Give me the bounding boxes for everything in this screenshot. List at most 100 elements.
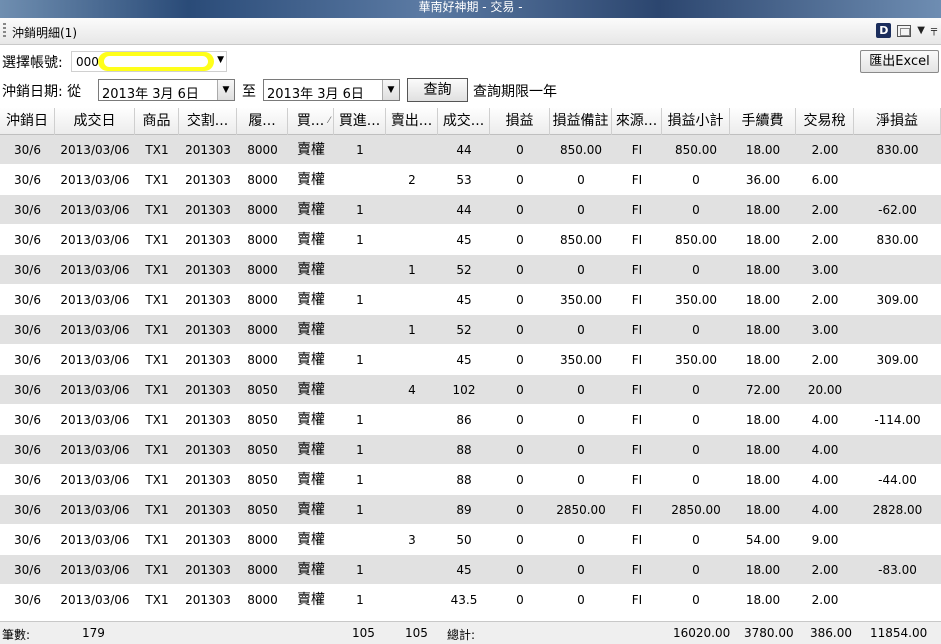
sort-icon[interactable]: ⁄: [328, 108, 330, 134]
cell-net-pnl: -44.00: [878, 473, 917, 487]
cell-type: 賣權: [297, 262, 325, 278]
cell-trade-date: 2013/03/06: [60, 413, 130, 427]
tab-offset-detail[interactable]: 沖銷明細(1): [12, 24, 77, 41]
table-row[interactable]: 30/6 2013/03/06 TX1 201303 8000 賣權 1 45 0 350.00 F…: [0, 285, 941, 315]
column-header-strike[interactable]: 履...: [237, 108, 288, 135]
cell-offset-date: 30/6: [14, 143, 41, 157]
table-row[interactable]: 30/6 2013/03/06 TX1 201303 8000 賣權 3 50 0 0 FI 0 54.…: [0, 525, 941, 555]
cell-product: TX1: [145, 143, 169, 157]
column-header-net-pnl[interactable]: 淨損益: [854, 108, 941, 135]
cell-pnl-note: 0: [577, 173, 585, 187]
column-header-trade-date[interactable]: 成交日: [55, 108, 135, 135]
column-header-sell-qty[interactable]: 賣出...: [386, 108, 438, 135]
d-logo-icon[interactable]: D: [876, 23, 892, 38]
cell-pnl: 0: [516, 173, 524, 187]
pin-icon[interactable]: ╤: [931, 25, 937, 36]
cell-settle-month: 201303: [185, 293, 231, 307]
cell-source: FI: [631, 173, 643, 187]
cell-source: FI: [631, 293, 643, 307]
query-button[interactable]: 查詢: [407, 78, 468, 102]
window-icon[interactable]: [897, 24, 912, 37]
cell-pnl-subtotal: 350.00: [675, 353, 717, 367]
cell-source: FI: [631, 443, 643, 457]
cell-fee: 18.00: [745, 203, 781, 217]
table-row[interactable]: 30/6 2013/03/06 TX1 201303 8000 賣權 1 44 0 0 FI 0 18.…: [0, 195, 941, 225]
cell-product: TX1: [145, 473, 169, 487]
subtotal-total: 16020.00: [673, 626, 731, 640]
cell-pnl: 0: [516, 563, 524, 577]
table-body: 30/6 2013/03/06 TX1 201303 8000 賣權 1 44 0 850.00 F…: [0, 135, 941, 615]
column-header-source[interactable]: 來源...: [612, 108, 662, 135]
cell-pnl-subtotal: 0: [692, 323, 700, 337]
cell-trade-date: 2013/03/06: [60, 323, 130, 337]
cell-settle-month: 201303: [185, 413, 231, 427]
table-row[interactable]: 30/6 2013/03/06 TX1 201303 8050 賣權 4 102 0 0 FI 0 72…: [0, 375, 941, 405]
cell-buy-qty: 1: [356, 503, 364, 517]
cell-price: 50: [456, 533, 472, 547]
offset-detail-table: 沖銷日 成交日 商品 交割... 履... 買... ⁄ 買進... 賣出... 成交... 損益損…: [0, 108, 941, 615]
chevron-down-icon[interactable]: ▼: [217, 80, 234, 100]
column-header-fee[interactable]: 手續費: [730, 108, 796, 135]
date-to-picker[interactable]: 2013年 3月 6日 ▼: [263, 79, 400, 102]
cell-fee: 18.00: [745, 473, 781, 487]
column-header-price[interactable]: 成交...: [438, 108, 490, 135]
cell-price: 52: [456, 323, 472, 337]
cell-pnl-note: 0: [577, 473, 585, 487]
table-row[interactable]: 30/6 2013/03/06 TX1 201303 8000 賣權 1 45 0 0 FI 0 18.…: [0, 555, 941, 585]
cell-tax: 2.00: [811, 563, 839, 577]
column-header-pnl[interactable]: 損益: [490, 108, 550, 135]
tab-toolbar: D ▼ ╤: [876, 23, 937, 38]
table-row[interactable]: 30/6 2013/03/06 TX1 201303 8050 賣權 1 86 0 0 FI 0 18.…: [0, 405, 941, 435]
cell-trade-date: 2013/03/06: [60, 143, 130, 157]
chevron-down-icon[interactable]: ▼: [382, 80, 399, 100]
cell-source: FI: [631, 413, 643, 427]
column-header-pnl-note[interactable]: 損益備註: [550, 108, 612, 135]
cell-sell-qty: [386, 225, 438, 255]
export-excel-button[interactable]: 匯出Excel: [860, 50, 939, 73]
cell-product: TX1: [145, 383, 169, 397]
cell-sell-qty: 2: [408, 173, 416, 187]
cell-strike: 8000: [247, 353, 278, 367]
cell-source: FI: [631, 533, 643, 547]
cell-strike: 8000: [247, 293, 278, 307]
cell-net-pnl: -62.00: [878, 203, 917, 217]
table-row[interactable]: 30/6 2013/03/06 TX1 201303 8050 賣權 1 88 0 0 FI 0 18.…: [0, 435, 941, 465]
dropdown-arrow-icon[interactable]: ▼: [917, 25, 925, 36]
column-header-settle-month[interactable]: 交割...: [179, 108, 237, 135]
column-header-type[interactable]: 買... ⁄: [288, 108, 334, 135]
table-row[interactable]: 30/6 2013/03/06 TX1 201303 8000 賣權 1 44 0 850.00 F…: [0, 135, 941, 165]
table-row[interactable]: 30/6 2013/03/06 TX1 201303 8000 賣權 1 52 0 0 FI 0 18.…: [0, 255, 941, 285]
table-row[interactable]: 30/6 2013/03/06 TX1 201303 8050 賣權 1 88 0 0 FI 0 18.…: [0, 465, 941, 495]
cell-pnl: 0: [516, 323, 524, 337]
column-header-pnl-subtotal[interactable]: 損益小計: [662, 108, 730, 135]
date-from-picker[interactable]: 2013年 3月 6日 ▼: [98, 79, 235, 102]
redaction-highlight: [98, 52, 214, 71]
table-row[interactable]: 30/6 2013/03/06 TX1 201303 8050 賣權 1 89 0 2850.00…: [0, 495, 941, 525]
table-row[interactable]: 30/6 2013/03/06 TX1 201303 8000 賣權 2 53 0 0 FI 0 36.…: [0, 165, 941, 195]
table-row[interactable]: 30/6 2013/03/06 TX1 201303 8000 賣權 1 45 0 850.00 F…: [0, 225, 941, 255]
cell-settle-month: 201303: [185, 443, 231, 457]
column-header-offset-date[interactable]: 沖銷日: [0, 108, 55, 135]
cell-buy-qty: 1: [356, 233, 364, 247]
cell-pnl-subtotal: 850.00: [675, 233, 717, 247]
table-row[interactable]: 30/6 2013/03/06 TX1 201303 8000 賣權 1 45 0 350.00 F…: [0, 345, 941, 375]
column-header-buy-qty[interactable]: 買進...: [334, 108, 386, 135]
chevron-down-icon[interactable]: ▼: [217, 55, 224, 65]
cell-fee: 18.00: [745, 233, 781, 247]
cell-tax: 2.00: [811, 293, 839, 307]
cell-product: TX1: [145, 413, 169, 427]
table-row[interactable]: 30/6 2013/03/06 TX1 201303 8000 賣權 1 43.5 0 0 FI 0 1…: [0, 585, 941, 615]
drag-grip-icon[interactable]: [3, 23, 6, 39]
cell-type: 賣權: [297, 322, 325, 338]
summary-footer: 筆數: 179 105 105 總計: 16020.00 3780.00 386…: [0, 621, 941, 644]
column-header-tax[interactable]: 交易稅: [796, 108, 854, 135]
cell-settle-month: 201303: [185, 563, 231, 577]
column-header-product[interactable]: 商品: [135, 108, 179, 135]
cell-trade-date: 2013/03/06: [60, 383, 130, 397]
table-row[interactable]: 30/6 2013/03/06 TX1 201303 8000 賣權 1 52 0 0 FI 0 18.…: [0, 315, 941, 345]
cell-product: TX1: [145, 443, 169, 457]
cell-type: 賣權: [297, 592, 325, 608]
cell-tax: 4.00: [811, 443, 839, 457]
cell-pnl-subtotal: 0: [692, 473, 700, 487]
account-select[interactable]: 000 ▼: [71, 51, 227, 72]
